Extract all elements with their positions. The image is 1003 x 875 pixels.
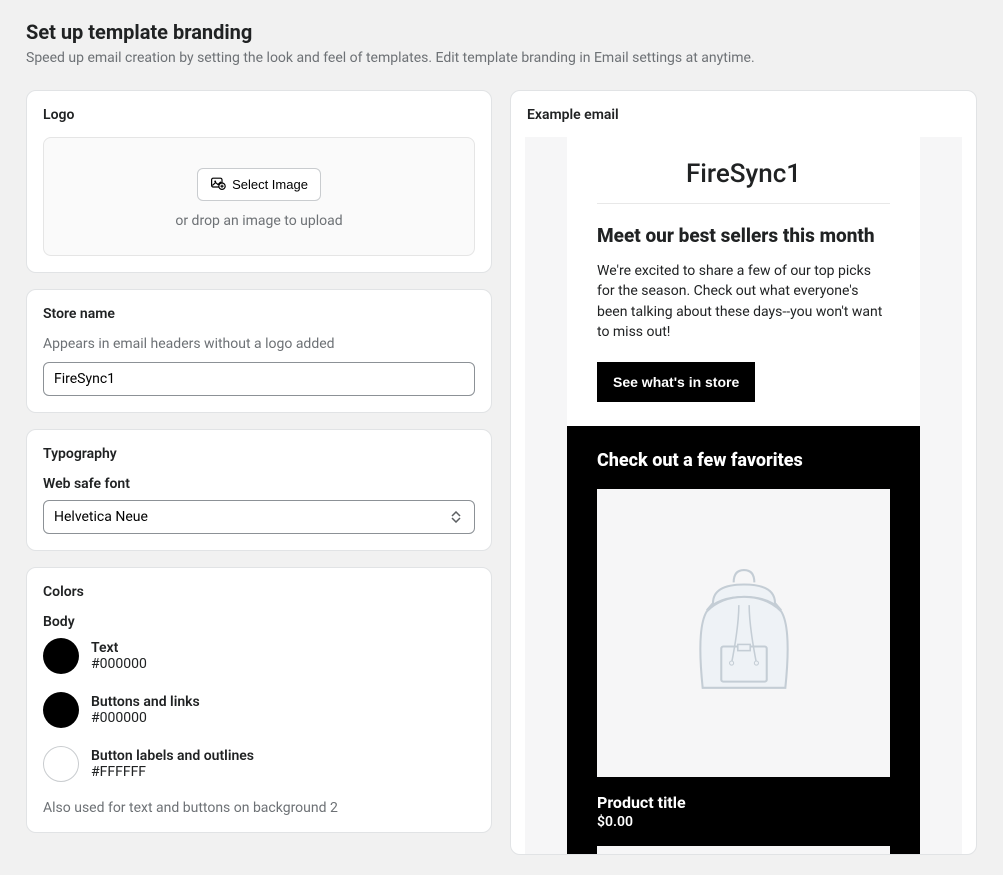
typography-title: Typography bbox=[43, 446, 475, 462]
color-hex: #FFFFFF bbox=[91, 764, 254, 780]
page-subtitle: Speed up email creation by setting the l… bbox=[26, 50, 977, 66]
preview-dark-section: Check out a few favorites bbox=[567, 426, 920, 854]
colors-body-label: Body bbox=[43, 614, 475, 630]
color-label: Buttons and links bbox=[91, 694, 200, 710]
example-email-title: Example email bbox=[527, 107, 960, 123]
select-image-button[interactable]: Select Image bbox=[197, 168, 321, 201]
color-row-button-labels: Button labels and outlines #FFFFFF bbox=[43, 746, 475, 782]
colors-note: Also used for text and buttons on backgr… bbox=[43, 800, 475, 816]
colors-title: Colors bbox=[43, 584, 475, 600]
drop-hint-text: or drop an image to upload bbox=[56, 213, 462, 229]
color-hex: #000000 bbox=[91, 656, 147, 672]
font-select[interactable]: Helvetica Neue bbox=[43, 500, 475, 534]
color-row-buttons: Buttons and links #000000 bbox=[43, 692, 475, 728]
select-image-label: Select Image bbox=[232, 177, 308, 192]
email-preview-frame: FireSync1 Meet our best sellers this mon… bbox=[525, 137, 962, 854]
color-swatch[interactable] bbox=[43, 638, 79, 674]
logo-card: Logo Select Image or drop an image bbox=[26, 90, 492, 273]
typography-card: Typography Web safe font Helvetica Neue bbox=[26, 429, 492, 551]
store-name-card: Store name Appears in email headers with… bbox=[26, 289, 492, 413]
preview-cta-button: See what's in store bbox=[597, 362, 755, 402]
color-swatch[interactable] bbox=[43, 692, 79, 728]
email-preview-body: FireSync1 Meet our best sellers this mon… bbox=[567, 137, 920, 854]
color-swatch[interactable] bbox=[43, 746, 79, 782]
preview-product-price: $0.00 bbox=[597, 814, 890, 830]
store-name-helper: Appears in email headers without a logo … bbox=[43, 336, 475, 352]
preview-favorites-heading: Check out a few favorites bbox=[597, 450, 890, 471]
color-label: Button labels and outlines bbox=[91, 748, 254, 764]
backpack-icon bbox=[682, 562, 806, 704]
color-row-text: Text #000000 bbox=[43, 638, 475, 674]
font-label: Web safe font bbox=[43, 476, 475, 492]
preview-heading: Meet our best sellers this month bbox=[597, 224, 890, 247]
logo-title: Logo bbox=[43, 107, 475, 123]
color-label: Text bbox=[91, 640, 147, 656]
example-email-card: Example email FireSync1 Meet our best se… bbox=[510, 90, 977, 855]
colors-card: Colors Body Text #000000 Buttons and lin… bbox=[26, 567, 492, 833]
page-title: Set up template branding bbox=[26, 20, 977, 44]
color-hex: #000000 bbox=[91, 710, 200, 726]
image-add-icon bbox=[210, 175, 226, 194]
store-name-input[interactable] bbox=[43, 362, 475, 396]
product-image-placeholder bbox=[597, 846, 890, 854]
store-name-title: Store name bbox=[43, 306, 475, 322]
logo-dropzone[interactable]: Select Image or drop an image to upload bbox=[43, 137, 475, 256]
preview-brand: FireSync1 bbox=[597, 159, 890, 203]
preview-divider bbox=[597, 203, 890, 204]
product-image-placeholder bbox=[597, 489, 890, 777]
preview-body-text: We're excited to share a few of our top … bbox=[597, 261, 890, 342]
preview-product-title: Product title bbox=[597, 793, 890, 812]
